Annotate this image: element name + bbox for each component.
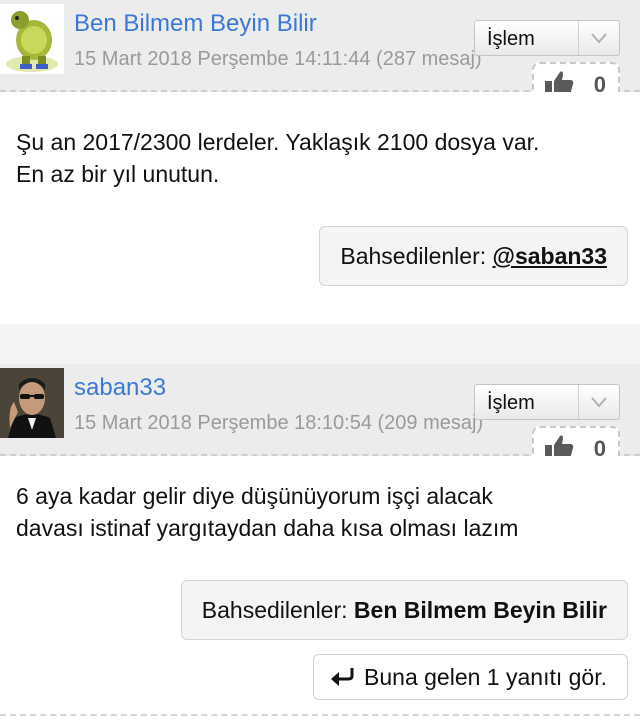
action-dropdown[interactable]: İşlem — [474, 20, 620, 56]
action-dropdown[interactable]: İşlem — [474, 384, 620, 420]
post-text-line: 6 aya kadar gelir diye düşünüyorum işçi … — [16, 483, 493, 509]
mention-link[interactable]: @saban33 — [493, 243, 607, 269]
post-text: Şu an 2017/2300 lerdeler. Yaklaşık 2100 … — [16, 126, 539, 190]
post-timestamp: 15 Mart 2018 Perşembe 14:11:44 (287 mesa… — [74, 48, 482, 70]
post-1: Ben Bilmem Beyin Bilir 15 Mart 2018 Perş… — [0, 0, 640, 324]
divider — [0, 714, 640, 718]
reply-arrow-icon — [331, 668, 354, 686]
mentions-box: Bahsedilenler: Ben Bilmem Beyin Bilir — [180, 580, 628, 640]
post-username[interactable]: saban33 — [74, 374, 166, 402]
chevron-down-icon — [578, 21, 619, 55]
post-timestamp: 15 Mart 2018 Perşembe 18:10:54 (209 mesa… — [74, 412, 484, 434]
post-text-line: En az bir yıl unutun. — [16, 161, 220, 187]
mention-link[interactable]: Ben Bilmem Beyin Bilir — [354, 597, 607, 623]
post-header: saban33 15 Mart 2018 Perşembe 18:10:54 (… — [0, 364, 640, 468]
post-text: 6 aya kadar gelir diye düşünüyorum işçi … — [16, 480, 518, 544]
avatar-man-sunglasses[interactable] — [0, 368, 64, 438]
post-text-line: davası istinaf yargıtaydan daha kısa olm… — [16, 515, 519, 541]
post-2: saban33 15 Mart 2018 Perşembe 18:10:54 (… — [0, 364, 640, 723]
post-header: Ben Bilmem Beyin Bilir 15 Mart 2018 Perş… — [0, 0, 640, 104]
mentions-box: Bahsedilenler: @saban33 — [319, 226, 628, 286]
view-replies-button[interactable]: Buna gelen 1 yanıtı gör. — [313, 654, 628, 700]
post-body: 6 aya kadar gelir diye düşünüyorum işçi … — [0, 456, 640, 723]
post-text-line: Şu an 2017/2300 lerdeler. Yaklaşık 2100 … — [16, 129, 540, 155]
post-username[interactable]: Ben Bilmem Beyin Bilir — [74, 10, 317, 38]
avatar-turtle[interactable] — [0, 4, 64, 74]
action-dropdown-label: İşlem — [487, 28, 535, 50]
mentions-label: Bahsedilenler: — [201, 597, 348, 623]
chevron-down-icon — [578, 385, 619, 419]
view-replies-label: Buna gelen 1 yanıtı gör. — [364, 664, 607, 690]
mentions-label: Bahsedilenler: — [340, 243, 487, 269]
post-body: Şu an 2017/2300 lerdeler. Yaklaşık 2100 … — [0, 92, 640, 324]
action-dropdown-label: İşlem — [487, 392, 535, 414]
